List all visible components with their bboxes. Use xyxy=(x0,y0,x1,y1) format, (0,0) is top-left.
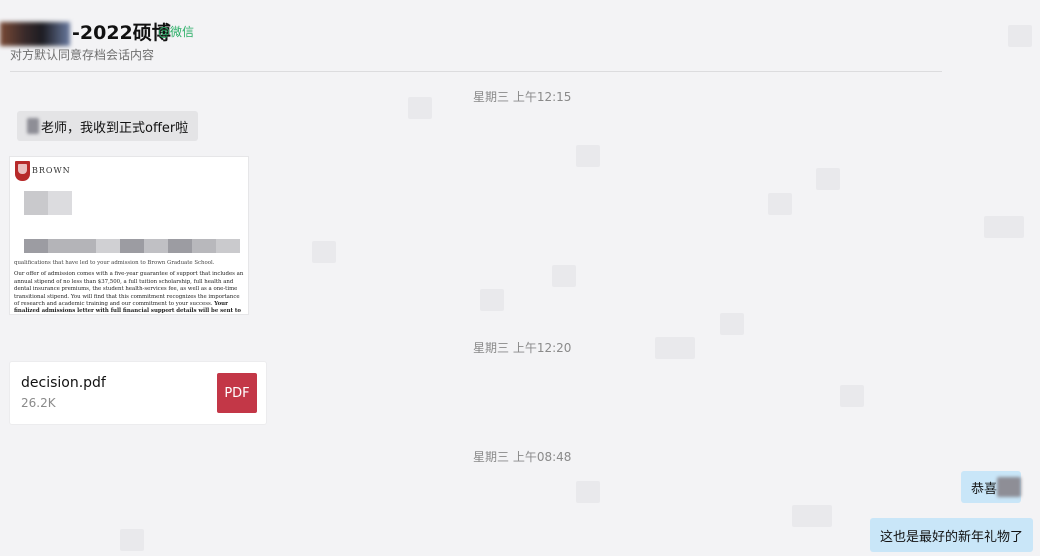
timestamp-1: 星期三 上午12:15 xyxy=(473,90,572,104)
file-attachment[interactable]: decision.pdf 26.2K PDF xyxy=(10,362,266,424)
redacted-pixel-block xyxy=(168,239,192,253)
message-text: 恭喜 xyxy=(971,481,998,497)
watermark-block xyxy=(984,216,1024,238)
redacted-pixel-block xyxy=(120,239,144,253)
letter-body: Our offer of admission comes with a five… xyxy=(14,271,244,308)
archive-notice: 对方默认同意存档会话内容 xyxy=(10,48,155,62)
timestamp-2: 星期三 上午12:20 xyxy=(473,341,572,355)
chat-title[interactable]: -2022硕博 xyxy=(72,18,171,45)
redacted-pixel-block xyxy=(24,191,48,215)
watermark-block xyxy=(720,313,744,335)
watermark-block xyxy=(480,289,504,311)
redacted-pixel-block xyxy=(192,239,216,253)
redacted-blur xyxy=(27,118,39,134)
wechat-source-tag: @微信 xyxy=(158,25,195,39)
watermark-block xyxy=(552,265,576,287)
watermark-block xyxy=(816,168,840,190)
watermark-block xyxy=(840,385,864,407)
message-congrats[interactable]: 恭喜 xyxy=(961,471,1022,503)
redacted-pixel-block xyxy=(96,239,120,253)
file-size: 26.2K xyxy=(21,396,56,410)
redacted-pixel-block xyxy=(144,239,168,253)
header-divider xyxy=(10,71,942,72)
redacted-blur xyxy=(997,477,1022,497)
letter-line: qualifications that have led to your adm… xyxy=(14,260,215,266)
redacted-pixel-block xyxy=(216,239,240,253)
message-text: 这也是最好的新年礼物了 xyxy=(880,529,1024,545)
watermark-block xyxy=(792,505,832,527)
file-name: decision.pdf xyxy=(21,375,106,391)
chat-header: -2022硕博 @微信 对方默认同意存档会话内容 xyxy=(0,0,1040,72)
watermark-block xyxy=(655,337,695,359)
watermark-block xyxy=(408,97,432,119)
pdf-icon: PDF xyxy=(217,373,257,413)
watermark-block xyxy=(768,193,792,215)
redacted-pixel-block xyxy=(24,239,48,253)
message-text: 老师，我收到正式offer啦 xyxy=(41,120,189,136)
org-wordmark: BROWN xyxy=(32,166,71,175)
redacted-pixel-block xyxy=(48,191,72,215)
redacted-pixel-block xyxy=(48,239,96,253)
watermark-block xyxy=(120,529,144,551)
watermark-block xyxy=(576,145,600,167)
timestamp-3: 星期三 上午08:48 xyxy=(473,450,572,464)
message-offer-received[interactable]: 老师，我收到正式offer啦 xyxy=(17,111,199,141)
message-new-year-gift[interactable]: 这也是最好的新年礼物了 xyxy=(870,518,1034,552)
watermark-block xyxy=(312,241,336,263)
redacted-name-blur xyxy=(0,22,70,46)
watermark-block xyxy=(576,481,600,503)
offer-letter-image[interactable]: BROWN qualifications that have led to yo… xyxy=(10,157,248,314)
watermark-block xyxy=(1008,25,1032,47)
brown-crest-icon xyxy=(15,161,30,181)
letter-text: qualifications that have led to your adm… xyxy=(14,260,246,314)
